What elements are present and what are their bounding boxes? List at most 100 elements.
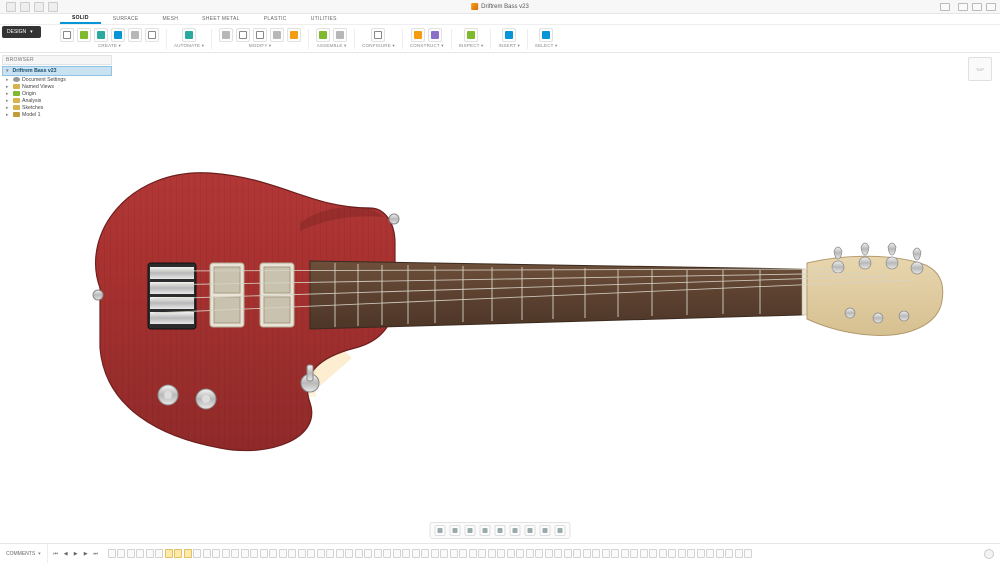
timeline-feature[interactable] bbox=[554, 549, 562, 558]
timeline-feature[interactable] bbox=[136, 549, 144, 558]
tool-plane[interactable] bbox=[411, 28, 425, 42]
expand-icon[interactable]: ▸ bbox=[6, 91, 11, 97]
tool-select-tool[interactable] bbox=[539, 28, 553, 42]
timeline-feature[interactable] bbox=[212, 549, 220, 558]
timeline-feature[interactable] bbox=[269, 549, 277, 558]
tool-combine[interactable] bbox=[270, 28, 284, 42]
timeline-feature[interactable] bbox=[279, 549, 287, 558]
tool-joint[interactable] bbox=[316, 28, 330, 42]
timeline-feature[interactable] bbox=[573, 549, 581, 558]
viewport-canvas[interactable]: TOP bbox=[0, 53, 1000, 543]
workspace-switcher[interactable]: DESIGN bbox=[2, 26, 41, 38]
timeline-feature[interactable] bbox=[440, 549, 448, 558]
tool-axis[interactable] bbox=[428, 28, 442, 42]
expand-icon[interactable]: ▸ bbox=[6, 84, 11, 90]
timeline-feature[interactable] bbox=[697, 549, 705, 558]
timeline-feature[interactable] bbox=[117, 549, 125, 558]
timeline-feature[interactable] bbox=[545, 549, 553, 558]
nav-viewports[interactable] bbox=[555, 525, 566, 536]
timeline-feature[interactable] bbox=[364, 549, 372, 558]
timeline-feature[interactable] bbox=[507, 549, 515, 558]
qat-file-icon[interactable] bbox=[6, 2, 16, 12]
browser-item[interactable]: ▸Document Settings bbox=[6, 76, 112, 83]
timeline-feature[interactable] bbox=[516, 549, 524, 558]
timeline-feature[interactable] bbox=[706, 549, 714, 558]
ribbon-tab-sheetmetal[interactable]: SHEET METAL bbox=[190, 14, 252, 24]
expand-icon[interactable]: ▸ bbox=[6, 98, 11, 104]
browser-item[interactable]: ▸Origin bbox=[6, 90, 112, 97]
timeline-feature[interactable] bbox=[526, 549, 534, 558]
tool-hole[interactable] bbox=[128, 28, 142, 42]
timeline-feature[interactable] bbox=[108, 549, 116, 558]
timeline-feature[interactable] bbox=[744, 549, 752, 558]
timeline-feature[interactable] bbox=[336, 549, 344, 558]
timeline-feature[interactable] bbox=[535, 549, 543, 558]
timeline-feature[interactable] bbox=[355, 549, 363, 558]
timeline-feature[interactable] bbox=[478, 549, 486, 558]
ribbon-tab-surface[interactable]: SURFACE bbox=[101, 14, 151, 24]
model-render[interactable] bbox=[50, 113, 950, 453]
window-maximize-icon[interactable] bbox=[972, 3, 982, 11]
timeline-feature[interactable] bbox=[231, 549, 239, 558]
timeline-feature[interactable] bbox=[393, 549, 401, 558]
expand-icon[interactable]: ▸ bbox=[6, 112, 11, 118]
timeline-feature[interactable] bbox=[497, 549, 505, 558]
user-avatar[interactable] bbox=[940, 3, 950, 11]
timeline-feature[interactable] bbox=[250, 549, 258, 558]
browser-item[interactable]: ▸Sketches bbox=[6, 104, 112, 111]
nav-snap[interactable] bbox=[540, 525, 551, 536]
tool-new-design[interactable] bbox=[60, 28, 74, 42]
timeline-feature[interactable] bbox=[602, 549, 610, 558]
timeline-feature[interactable] bbox=[298, 549, 306, 558]
nav-display[interactable] bbox=[510, 525, 521, 536]
timeline-feature[interactable] bbox=[288, 549, 296, 558]
timeline-feature[interactable] bbox=[592, 549, 600, 558]
browser-item[interactable]: ▸Analysis bbox=[6, 97, 112, 104]
tool-decal[interactable] bbox=[502, 28, 516, 42]
tool-press-pull[interactable] bbox=[236, 28, 250, 42]
timeline-feature[interactable] bbox=[659, 549, 667, 558]
timeline-feature[interactable] bbox=[687, 549, 695, 558]
qat-undo-icon[interactable] bbox=[34, 2, 44, 12]
timeline-feature[interactable] bbox=[630, 549, 638, 558]
timeline-feature[interactable] bbox=[165, 549, 173, 558]
timeline-feature[interactable] bbox=[326, 549, 334, 558]
tool-params[interactable] bbox=[371, 28, 385, 42]
timeline-feature[interactable] bbox=[203, 549, 211, 558]
timeline-feature[interactable] bbox=[307, 549, 315, 558]
browser-header[interactable]: BROWSER bbox=[2, 55, 112, 65]
timeline-settings-icon[interactable] bbox=[984, 549, 994, 559]
tool-measure[interactable] bbox=[464, 28, 478, 42]
timeline-feature[interactable] bbox=[735, 549, 743, 558]
ribbon-tab-utilities[interactable]: UTILITIES bbox=[299, 14, 349, 24]
timeline-feature[interactable] bbox=[668, 549, 676, 558]
nav-pan[interactable] bbox=[465, 525, 476, 536]
timeline-feature[interactable] bbox=[716, 549, 724, 558]
timeline-feature[interactable] bbox=[431, 549, 439, 558]
timeline-feature[interactable] bbox=[450, 549, 458, 558]
timeline-end-icon[interactable]: ⏭ bbox=[92, 550, 100, 558]
timeline-next-icon[interactable]: ▶ bbox=[82, 550, 90, 558]
timeline-feature[interactable] bbox=[459, 549, 467, 558]
timeline-feature[interactable] bbox=[260, 549, 268, 558]
timeline-feature[interactable] bbox=[127, 549, 135, 558]
window-minimize-icon[interactable] bbox=[958, 3, 968, 11]
timeline-feature[interactable] bbox=[345, 549, 353, 558]
qat-redo-icon[interactable] bbox=[48, 2, 58, 12]
browser-root-node[interactable]: ▾ Driftrem Bass v23 bbox=[2, 66, 112, 76]
qat-save-icon[interactable] bbox=[20, 2, 30, 12]
timeline-feature[interactable] bbox=[174, 549, 182, 558]
nav-orbit[interactable] bbox=[435, 525, 446, 536]
ribbon-tab-mesh[interactable]: MESH bbox=[151, 14, 191, 24]
timeline-feature[interactable] bbox=[402, 549, 410, 558]
tool-fillet[interactable] bbox=[219, 28, 233, 42]
tool-appearance[interactable] bbox=[287, 28, 301, 42]
timeline-feature[interactable] bbox=[621, 549, 629, 558]
nav-zoom[interactable] bbox=[480, 525, 491, 536]
nav-grid[interactable] bbox=[525, 525, 536, 536]
timeline-feature[interactable] bbox=[383, 549, 391, 558]
timeline-feature[interactable] bbox=[374, 549, 382, 558]
timeline-feature[interactable] bbox=[317, 549, 325, 558]
timeline-feature[interactable] bbox=[488, 549, 496, 558]
timeline-feature[interactable] bbox=[155, 549, 163, 558]
